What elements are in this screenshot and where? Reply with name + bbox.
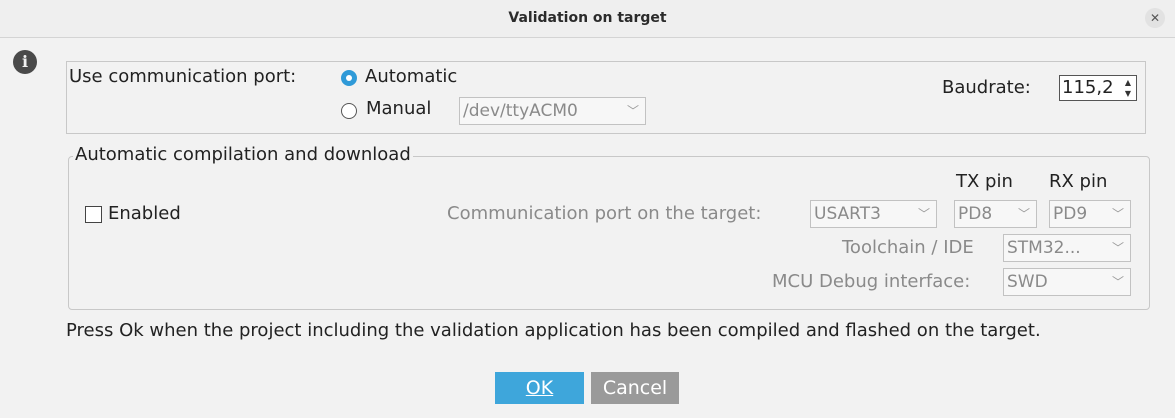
device-port-select[interactable]: /dev/ttyACM0 ﹀	[459, 97, 646, 125]
toolchain-label: Toolchain / IDE	[842, 237, 974, 258]
instruction-message: Press Ok when the project including the …	[66, 320, 1041, 341]
chevron-down-icon: ﹀	[1111, 275, 1124, 289]
chevron-down-icon: ﹀	[917, 207, 930, 221]
manual-radio[interactable]	[341, 103, 357, 119]
chevron-down-icon: ﹀	[626, 104, 639, 118]
automatic-radio[interactable]	[341, 70, 357, 86]
info-icon: i	[13, 50, 37, 74]
cancel-button[interactable]: Cancel	[591, 372, 679, 404]
close-button[interactable]: ✕	[1145, 8, 1165, 28]
debug-interface-label: MCU Debug interface:	[772, 271, 971, 292]
chevron-down-icon: ﹀	[1111, 241, 1124, 255]
rx-pin-select[interactable]: PD9 ﹀	[1049, 200, 1131, 228]
rx-pin-value: PD9	[1053, 204, 1088, 224]
debug-interface-value: SWD	[1007, 272, 1048, 292]
target-comm-port-value: USART3	[814, 204, 881, 224]
dialog-title: Validation on target	[508, 10, 667, 26]
enabled-checkbox[interactable]	[85, 206, 102, 223]
chevron-down-icon: ﹀	[1111, 207, 1124, 221]
target-comm-port-label: Communication port on the target:	[447, 203, 762, 224]
debug-interface-select[interactable]: SWD ﹀	[1003, 268, 1131, 296]
target-comm-port-select[interactable]: USART3 ﹀	[810, 200, 937, 228]
close-icon: ✕	[1149, 11, 1161, 25]
baudrate-spinner[interactable]: 115,2 ▲ ▼	[1059, 75, 1137, 101]
automatic-radio-label[interactable]: Automatic	[365, 66, 457, 87]
tx-pin-header: TX pin	[956, 171, 1013, 192]
rx-pin-header: RX pin	[1049, 171, 1108, 192]
compilation-group-title: Automatic compilation and download	[73, 144, 413, 165]
manual-radio-label[interactable]: Manual	[366, 98, 431, 119]
baudrate-label: Baudrate:	[942, 77, 1031, 98]
chevron-down-icon: ﹀	[1017, 207, 1030, 221]
title-bar: Validation on target ✕	[0, 0, 1175, 38]
tx-pin-value: PD8	[958, 204, 993, 224]
enabled-checkbox-label[interactable]: Enabled	[108, 203, 181, 224]
toolchain-select[interactable]: STM32... ﹀	[1003, 234, 1131, 262]
communication-port-label: Use communication port:	[69, 66, 297, 87]
spinner-arrows-icon[interactable]: ▲ ▼	[1122, 77, 1134, 99]
ok-button[interactable]: OK	[495, 372, 584, 404]
baudrate-value: 115,2	[1062, 77, 1114, 98]
device-port-value: /dev/ttyACM0	[463, 101, 578, 121]
toolchain-value: STM32...	[1007, 238, 1081, 258]
tx-pin-select[interactable]: PD8 ﹀	[954, 200, 1037, 228]
